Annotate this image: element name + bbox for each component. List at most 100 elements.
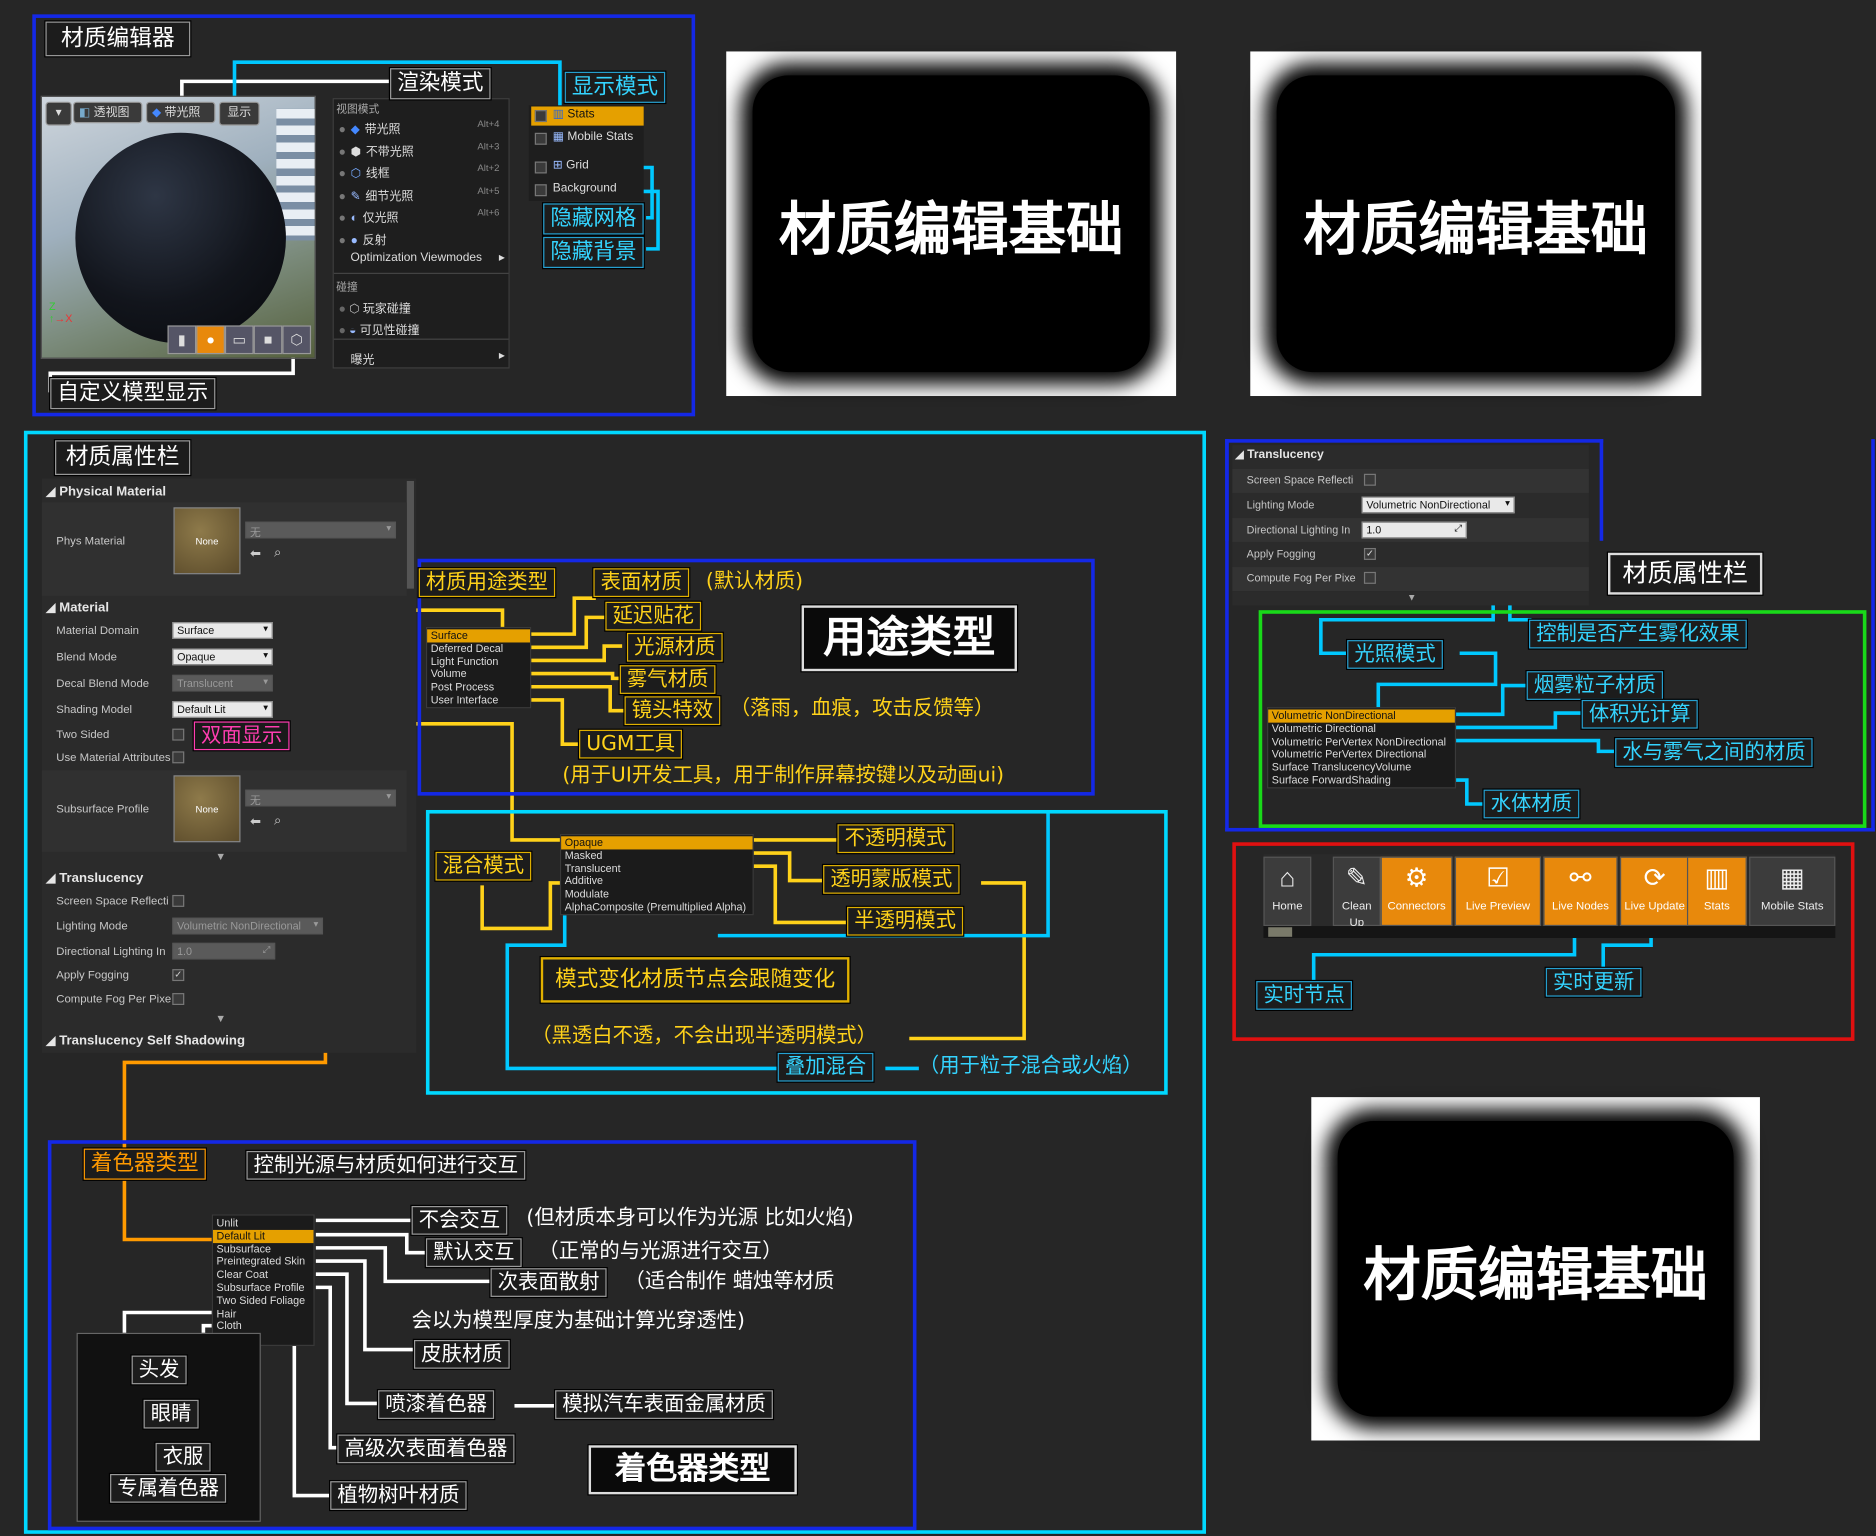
list-item[interactable]: Default Lit [212, 1229, 314, 1243]
phys-material-picker[interactable]: 无 ▾ [245, 521, 397, 539]
grid-item[interactable]: ⊞ Grid [531, 158, 643, 177]
view-mode-item[interactable]: ● ◆ 带光照 Alt+4 [339, 118, 507, 137]
right-lighting-mode-dropdown[interactable]: Volumetric NonDirectional ▾ [1361, 496, 1515, 514]
toolbar-button-label: Live Nodes [1552, 899, 1609, 913]
list-item[interactable]: Cloth [213, 1320, 314, 1333]
view-mode-header: 视图模式 [336, 102, 380, 115]
browse-search-icon[interactable]: ⌕ [274, 546, 281, 562]
blend-mode-dropdown[interactable]: Opaque ▾ [172, 648, 273, 666]
view-mode-item[interactable]: ● ⬢ 不带光照 Alt+3 [339, 141, 507, 160]
use-material-attributes-checkbox[interactable] [172, 751, 185, 764]
perspective-button[interactable]: ◧ 透视图 [72, 101, 143, 124]
view-mode-item[interactable]: ● ⬡ 线框 Alt+2 [339, 163, 507, 182]
sphere-shape-icon[interactable]: ● [196, 325, 225, 355]
list-item[interactable]: Volumetric NonDirectional [1268, 709, 1455, 723]
subsurface-search-icon[interactable]: ⌕ [274, 814, 281, 830]
list-item[interactable]: Preintegrated Skin [213, 1256, 314, 1269]
material-domain-dropdown[interactable]: Surface ▾ [172, 622, 273, 639]
toolbar-button-live-update[interactable]: ⟳ Live Update [1619, 856, 1690, 927]
toolbar-button-connectors[interactable]: ⚙ Connectors [1380, 856, 1453, 927]
apply-fogging-checkbox[interactable]: ✓ [172, 969, 185, 982]
list-item[interactable]: Unlit [213, 1217, 314, 1230]
list-item[interactable]: AlphaComposite (Premultiplied Alpha) [561, 901, 752, 914]
use-selected-arrow-icon[interactable]: ⬅ [250, 546, 261, 561]
list-item[interactable]: Translucent [561, 862, 752, 875]
show-button[interactable]: 显示 [218, 101, 260, 126]
viewport-preview[interactable]: Z ↑→X [40, 95, 316, 359]
player-collision-item[interactable]: ● ⬡ 玩家碰撞 [339, 298, 411, 316]
list-item[interactable]: Volumetric PerVertex Directional [1268, 748, 1455, 761]
view-mode-item[interactable]: ● ◐ 仅光照 Alt+6 [339, 207, 507, 226]
background-checkbox[interactable] [534, 184, 547, 197]
mobile-stats-checkbox[interactable] [534, 132, 547, 145]
list-item[interactable]: Volumetric PerVertex NonDirectional [1268, 735, 1455, 748]
self-shadowing-header[interactable]: ◢ Translucency Self Shadowing [45, 1033, 245, 1048]
shading-model-dropdown[interactable]: Default Lit ▾ [172, 701, 273, 718]
right-directional-input[interactable]: 1.0 ⤢ [1361, 521, 1467, 539]
optimization-viewmodes-item[interactable]: Optimization Viewmodes ▸ [351, 251, 505, 264]
list-item[interactable]: Surface TranslucencyVolume [1268, 761, 1455, 774]
list-item[interactable]: Two Sided Foliage [213, 1294, 314, 1307]
panel-scrollbar[interactable] [406, 480, 414, 589]
list-item[interactable]: Volumetric Directional [1268, 722, 1455, 735]
list-item[interactable]: Subsurface Profile [213, 1281, 314, 1294]
right-compute-fog-checkbox[interactable] [1363, 571, 1376, 584]
lit-button[interactable]: ◆ 带光照 [145, 101, 216, 124]
expand-translucency-icon[interactable]: ▼ [215, 1012, 226, 1024]
physical-material-header[interactable]: ◢ Physical Material [45, 483, 166, 499]
cube-shape-icon[interactable]: ■ [253, 325, 283, 355]
toolbar-button-live-nodes[interactable]: ⚯ Live Nodes [1543, 856, 1618, 927]
exposure-item[interactable]: 曝光 ▸ [351, 349, 505, 367]
list-item[interactable]: Clear Coat [213, 1268, 314, 1281]
custom-mesh-icon[interactable]: ⬡ [282, 325, 312, 355]
view-mode-item[interactable]: ● ✎ 细节光照 Alt+5 [339, 185, 507, 204]
directional-lighting-input[interactable]: 1.0 ⤢ [172, 942, 276, 960]
toolbar-button-clean-up[interactable]: ✎ Clean Up [1332, 856, 1381, 930]
subsurface-profile-thumbnail[interactable]: None [173, 775, 241, 843]
two-sided-checkbox[interactable] [172, 728, 185, 741]
subsurface-use-selected-icon[interactable]: ⬅ [250, 814, 261, 829]
plane-shape-icon[interactable]: ▭ [224, 325, 254, 355]
right-ssr-checkbox[interactable] [1363, 473, 1376, 486]
list-item[interactable]: Volume [427, 668, 530, 681]
stats-item[interactable]: ▥ Stats [531, 106, 644, 126]
list-item[interactable]: Surface [427, 629, 531, 643]
ssr-checkbox[interactable] [172, 894, 185, 907]
lighting-mode-dropdown[interactable]: Volumetric NonDirectional ▾ [172, 917, 324, 935]
list-item[interactable]: Masked [561, 849, 752, 862]
phys-material-thumbnail[interactable]: None [173, 507, 241, 575]
decal-blend-mode-dropdown[interactable]: Translucent ▾ [172, 674, 273, 692]
list-item[interactable]: Surface ForwardShading [1268, 774, 1455, 787]
viewport-options-dropdown[interactable]: ▾ [45, 101, 72, 126]
list-item[interactable]: Post Process [427, 681, 530, 694]
toolbar-button-stats[interactable]: ▥ Stats [1686, 856, 1747, 927]
list-item[interactable]: Light Function [427, 655, 530, 668]
list-item[interactable]: Deferred Decal [427, 642, 530, 655]
list-item[interactable]: Modulate [561, 888, 752, 901]
subsurface-profile-picker[interactable]: 无 ▾ [245, 789, 397, 807]
toolbar-button-mobile-stats[interactable]: ▦ Mobile Stats [1749, 856, 1836, 927]
right-translucency-header[interactable]: ◢ Translucency [1235, 449, 1324, 462]
toolbar-button-home[interactable]: ⌂ Home [1263, 856, 1312, 927]
material-header[interactable]: ◢ Material [45, 599, 109, 615]
cylinder-shape-icon[interactable]: ▮ [167, 325, 197, 355]
list-item[interactable]: Hair [213, 1307, 314, 1320]
grid-checkbox[interactable] [534, 161, 547, 174]
visibility-collision-item[interactable]: ● ◒ 可见性碰撞 [339, 319, 420, 337]
translucency-header[interactable]: ◢ Translucency [45, 870, 143, 885]
right-expand-icon[interactable]: ▼ [1407, 592, 1416, 603]
right-apply-fogging-checkbox[interactable]: ✓ [1363, 547, 1376, 560]
toolbar-button-live-preview[interactable]: ☑ Live Preview [1454, 856, 1542, 927]
list-item[interactable]: User Interface [427, 694, 530, 707]
view-mode-item[interactable]: ● ● 反射 [339, 229, 507, 248]
mobile-stats-item[interactable]: ▦ Mobile Stats [531, 129, 643, 148]
stats-checkbox[interactable] [534, 110, 547, 123]
list-item[interactable]: Additive [561, 875, 752, 888]
expand-advanced-icon[interactable]: ▼ [215, 851, 226, 863]
view-mode-menu: 视图模式 ● ◆ 带光照 Alt+4 ● ⬢ 不带光照 Alt+3 ● ⬡ 线框 Alt+2 ● ✎ 细节光… [332, 98, 510, 369]
list-item[interactable]: Subsurface [213, 1243, 314, 1256]
background-item[interactable]: Background [531, 181, 643, 200]
list-item[interactable]: Opaque [561, 836, 753, 850]
hide-grid-label: 隐藏网格 [543, 203, 644, 235]
compute-fog-checkbox[interactable] [172, 993, 185, 1006]
